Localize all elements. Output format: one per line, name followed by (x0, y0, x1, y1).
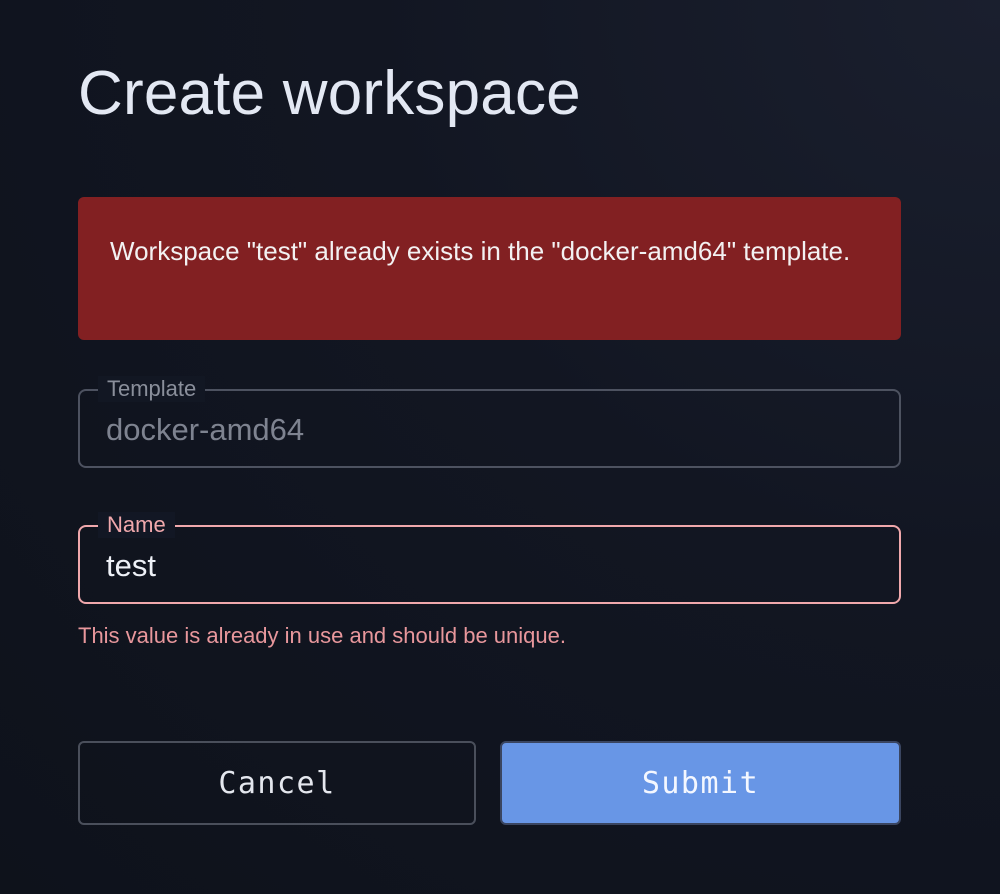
submit-button[interactable]: Submit (500, 741, 901, 825)
name-field-error: This value is already in use and should … (78, 623, 566, 648)
cancel-button[interactable]: Cancel (78, 741, 476, 825)
error-alert: Workspace "test" already exists in the "… (78, 197, 901, 340)
template-field: Template docker-amd64 (78, 376, 901, 468)
name-field-value[interactable]: test (106, 527, 156, 602)
name-field[interactable]: Name test (78, 512, 901, 604)
page-title: Create workspace (78, 59, 581, 128)
template-field-value: docker-amd64 (106, 412, 305, 447)
